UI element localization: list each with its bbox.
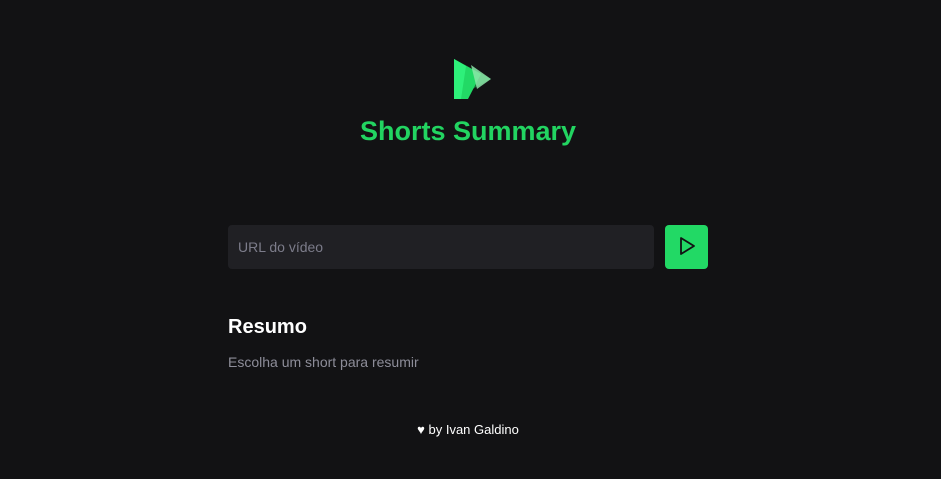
play-outline-icon (677, 235, 697, 260)
footer-credit: by Ivan Galdino (428, 422, 519, 437)
footer: ♥ by Ivan Galdino (0, 421, 936, 438)
heart-icon: ♥ (417, 422, 425, 437)
app-title: Shorts Summary (359, 116, 577, 146)
summary-heading: Resumo (228, 316, 307, 338)
logo-play-icon (451, 57, 493, 101)
submit-button[interactable] (665, 225, 708, 269)
video-url-input[interactable] (228, 225, 654, 269)
summary-text: Escolha um short para resumir (228, 354, 419, 370)
